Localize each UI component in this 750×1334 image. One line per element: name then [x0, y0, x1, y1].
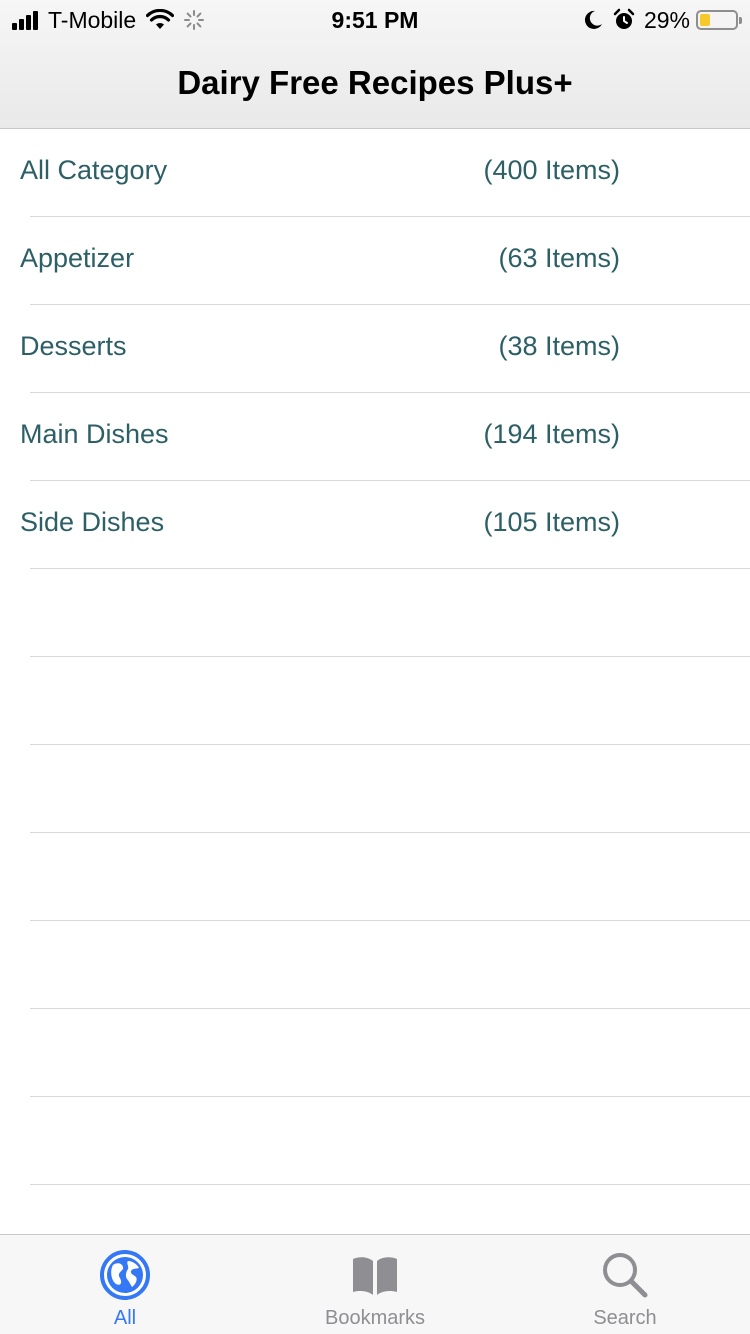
status-bar: T-Mobile 9:51 PM 29%: [0, 0, 750, 40]
tab-bar: All Bookmarks Search: [0, 1234, 750, 1334]
category-name: All Category: [20, 155, 168, 185]
app-screen: T-Mobile 9:51 PM 29% Dairy Free Recipes …: [0, 0, 750, 1334]
empty-row: [0, 833, 750, 921]
battery-nub: [739, 17, 742, 24]
top-bar: T-Mobile 9:51 PM 29% Dairy Free Recipes …: [0, 0, 750, 129]
battery-icon: [696, 10, 742, 30]
category-count: (63 Items): [498, 243, 620, 273]
category-row-side-dishes[interactable]: Side Dishes (105 Items): [0, 481, 750, 569]
globe-icon: [100, 1250, 150, 1300]
category-list: All Category (400 Items) Appetizer (63 I…: [0, 129, 750, 1234]
moon-icon: [584, 10, 602, 29]
page-title: Dairy Free Recipes Plus+: [177, 64, 573, 101]
category-name: Main Dishes: [20, 419, 169, 449]
tab-label: All: [113, 1307, 137, 1329]
status-right: 29%: [582, 6, 742, 33]
category-name: Side Dishes: [20, 507, 165, 537]
category-count: (194 Items): [483, 419, 620, 449]
category-count: (105 Items): [483, 507, 620, 537]
category-count: (400 Items): [483, 155, 620, 185]
battery-percent: 29%: [643, 6, 690, 33]
empty-row: [0, 657, 750, 745]
tab-label: Search: [593, 1307, 657, 1329]
category-count: (38 Items): [498, 331, 620, 361]
category-row-main-dishes[interactable]: Main Dishes (194 Items): [0, 393, 750, 481]
category-name: Desserts: [20, 331, 127, 361]
tab-label: Bookmarks: [324, 1307, 426, 1329]
empty-row: [0, 1185, 750, 1234]
category-row-appetizer[interactable]: Appetizer (63 Items): [0, 217, 750, 305]
tab-search[interactable]: Search: [500, 1235, 750, 1334]
empty-row: [0, 1097, 750, 1185]
alarm-icon: [613, 8, 635, 29]
book-icon: [353, 1257, 397, 1295]
battery-fill: [700, 14, 710, 26]
empty-row: [0, 921, 750, 1009]
category-row-desserts[interactable]: Desserts (38 Items): [0, 305, 750, 393]
empty-row: [0, 745, 750, 833]
tab-bookmarks[interactable]: Bookmarks: [250, 1235, 500, 1334]
search-icon: [603, 1253, 648, 1298]
category-row-all[interactable]: All Category (400 Items): [0, 129, 750, 217]
category-name: Appetizer: [20, 243, 135, 273]
empty-row: [0, 1009, 750, 1097]
tab-all[interactable]: All: [0, 1235, 250, 1334]
empty-row: [0, 569, 750, 657]
